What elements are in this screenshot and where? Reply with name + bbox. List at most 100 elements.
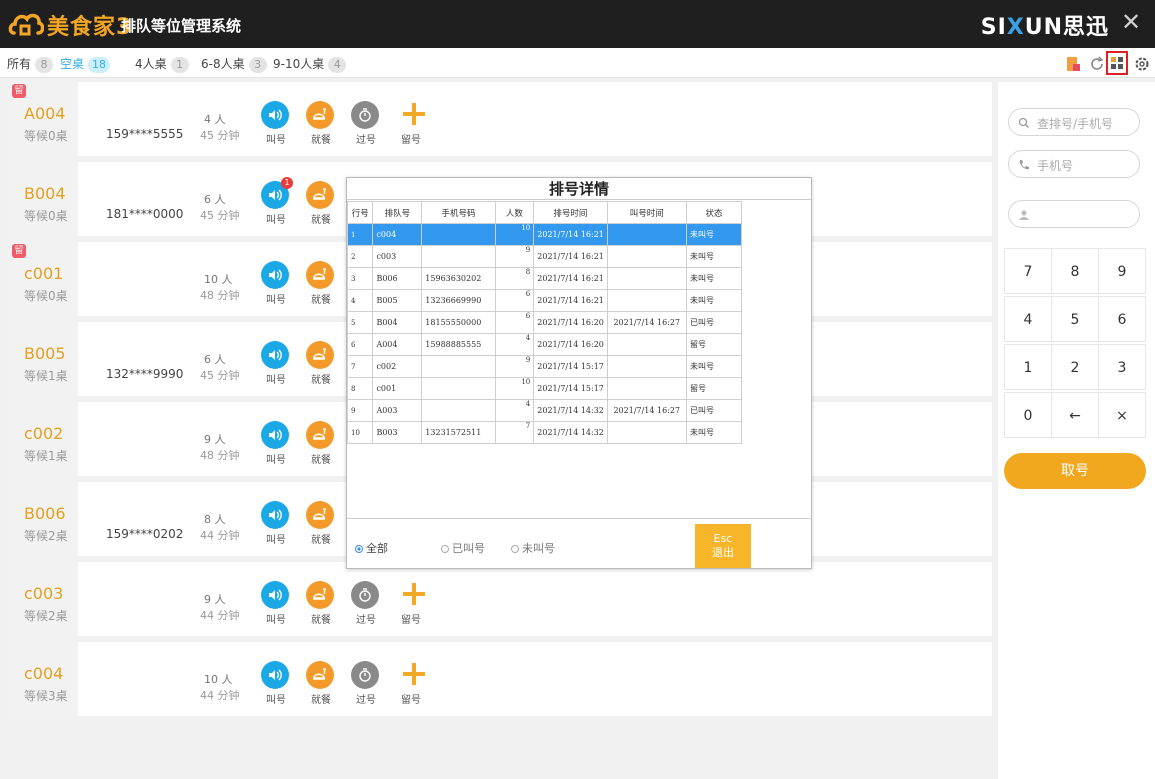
table-cell: A004 xyxy=(372,333,423,356)
column-header[interactable]: 手机号码 xyxy=(421,201,496,224)
grid-view-button[interactable] xyxy=(1106,51,1128,75)
title-bar: 美食家3 排队等位管理系统 SIXUN思迅 ✕ xyxy=(0,0,1155,48)
table-row[interactable]: 9 A003 4 2021/7/14 14:32 2021/7/14 16:27 已叫号 xyxy=(346,399,743,422)
speaker-icon xyxy=(269,349,282,361)
people-input[interactable] xyxy=(1008,200,1140,228)
radio-called[interactable]: 已叫号 xyxy=(441,540,485,556)
keypad-key[interactable]: 2 xyxy=(1051,344,1099,390)
table-cell xyxy=(606,267,687,290)
call-button[interactable]: 叫号 xyxy=(261,421,291,466)
table-cell xyxy=(606,377,687,400)
report-icon[interactable] xyxy=(1064,55,1082,73)
column-header[interactable]: 排队号 xyxy=(372,201,423,224)
table-cell: 2021/7/14 16:27 xyxy=(606,399,687,422)
exit-button[interactable]: Esc 退出 xyxy=(695,524,751,568)
keypad-key[interactable]: ← xyxy=(1051,392,1099,438)
phone-input[interactable]: 手机号 xyxy=(1008,150,1140,178)
keypad-key[interactable]: 1 xyxy=(1004,344,1052,390)
filter-9-10-seat[interactable]: 9-10人桌 4 xyxy=(273,55,347,73)
table-row[interactable]: 1 c004 10 2021/7/14 16:21 未叫号 xyxy=(346,223,743,246)
call-label: 叫号 xyxy=(266,375,286,386)
ticket-number: c002 xyxy=(24,424,64,443)
filter-all[interactable]: 所有 8 xyxy=(7,55,54,73)
filter-empty-tables[interactable]: 空桌 18 xyxy=(60,55,111,73)
take-number-button[interactable]: 取号 xyxy=(1004,453,1146,489)
table-cell: A003 xyxy=(372,399,423,422)
table-row[interactable]: 5 B004 18155550000 6 2021/7/14 16:20 2021/7/1… xyxy=(346,311,743,334)
wait-minutes: 44 分钟 xyxy=(200,689,240,702)
keep-label: 留号 xyxy=(401,695,421,706)
call-button[interactable]: 叫号 xyxy=(261,501,291,546)
table-cell: 未叫号 xyxy=(685,421,743,444)
table-cell: 1 xyxy=(346,223,374,246)
seat-button[interactable]: 就餐 xyxy=(306,101,336,146)
keypad-key[interactable]: 5 xyxy=(1051,296,1099,342)
keypad-key[interactable]: 8 xyxy=(1051,248,1099,294)
keypad-key[interactable]: 0 xyxy=(1004,392,1052,438)
column-header[interactable]: 叫号时间 xyxy=(606,201,687,224)
table-row[interactable]: 6 A004 15988885555 4 2021/7/14 16:20 留号 xyxy=(346,333,743,356)
call-button[interactable]: 1 叫号 xyxy=(261,177,293,226)
refresh-icon[interactable] xyxy=(1088,55,1106,73)
call-button[interactable]: 叫号 xyxy=(261,261,291,306)
seat-label: 就餐 xyxy=(311,135,331,146)
skip-button[interactable]: 过号 xyxy=(351,661,381,706)
table-cell: 2021/7/14 14:32 xyxy=(533,421,608,444)
keypad-key[interactable]: × xyxy=(1098,392,1146,438)
table-row[interactable]: 2 c003 9 2021/7/14 16:21 未叫号 xyxy=(346,245,743,268)
skip-button[interactable]: 过号 xyxy=(351,581,381,626)
filter-4-seat[interactable]: 4人桌 1 xyxy=(135,55,189,73)
keypad-key[interactable]: 3 xyxy=(1098,344,1146,390)
gear-icon[interactable] xyxy=(1133,55,1151,73)
call-label: 叫号 xyxy=(266,535,286,546)
radio-uncalled[interactable]: 未叫号 xyxy=(511,540,555,556)
call-button[interactable]: 叫号 xyxy=(261,661,291,706)
table-cell: 7 xyxy=(346,355,374,378)
column-header[interactable]: 人数 xyxy=(494,201,535,224)
table-row[interactable]: 10 B003 13231572511 7 2021/7/14 14:32 未叫号 xyxy=(346,421,743,444)
speaker-icon xyxy=(269,669,282,681)
table-row[interactable]: 4 B005 13236669990 6 2021/7/14 16:21 未叫号 xyxy=(346,289,743,312)
wait-minutes: 45 分钟 xyxy=(200,129,240,142)
queue-card[interactable]: c003 等候2桌 9 人 44 分钟 叫号 就餐 过号 留号 xyxy=(8,562,992,636)
keep-button[interactable]: 留号 xyxy=(396,101,426,146)
keypad-key[interactable]: 7 xyxy=(1004,248,1052,294)
seat-button[interactable]: 就餐 xyxy=(306,341,336,386)
seat-button[interactable]: 就餐 xyxy=(306,421,336,466)
speaker-icon xyxy=(269,429,282,441)
queue-card[interactable]: c004 等候3桌 10 人 44 分钟 叫号 就餐 过号 留号 xyxy=(8,642,992,716)
keep-button[interactable]: 留号 xyxy=(396,581,426,626)
table-row[interactable]: 7 c002 9 2021/7/14 15:17 未叫号 xyxy=(346,355,743,378)
table-row[interactable]: 3 B006 15963630202 8 2021/7/14 16:21 未叫号 xyxy=(346,267,743,290)
column-header[interactable]: 状态 xyxy=(685,201,743,224)
seat-button[interactable]: 就餐 xyxy=(306,661,336,706)
table-cell: 9 xyxy=(346,399,374,422)
dining-icon xyxy=(313,668,326,680)
dialog-title: 排号详情 xyxy=(347,178,811,200)
seat-button[interactable]: 就餐 xyxy=(306,261,336,306)
search-input[interactable]: 查排号/手机号 xyxy=(1008,108,1140,136)
table-row[interactable]: 8 c001 10 2021/7/14 15:17 留号 xyxy=(346,377,743,400)
ticket-number: B004 xyxy=(24,184,66,203)
skip-button[interactable]: 过号 xyxy=(351,101,381,146)
table-cell: 10 xyxy=(494,223,535,246)
seat-button[interactable]: 就餐 xyxy=(306,181,336,226)
keypad-key[interactable]: 6 xyxy=(1098,296,1146,342)
call-button[interactable]: 叫号 xyxy=(261,341,291,386)
keypad-key[interactable]: 4 xyxy=(1004,296,1052,342)
radio-all[interactable]: 全部 xyxy=(355,540,388,556)
keypad-key[interactable]: 9 xyxy=(1098,248,1146,294)
filter-6-8-seat[interactable]: 6-8人桌 3 xyxy=(201,55,267,73)
dining-icon xyxy=(313,588,326,600)
seat-button[interactable]: 就餐 xyxy=(306,501,336,546)
column-header[interactable]: 排号时间 xyxy=(533,201,608,224)
call-button[interactable]: 叫号 xyxy=(261,101,291,146)
keep-button[interactable]: 留号 xyxy=(396,661,426,706)
table-cell: 未叫号 xyxy=(685,289,743,312)
call-button[interactable]: 叫号 xyxy=(261,581,291,626)
table-cell: 10 xyxy=(346,421,374,444)
close-icon[interactable]: ✕ xyxy=(1119,8,1143,36)
queue-card[interactable]: 留 A004 等候0桌 159****5555 4 人 45 分钟 叫号 就餐 过号 留号 xyxy=(8,82,992,156)
column-header[interactable]: 行号 xyxy=(346,201,374,224)
seat-button[interactable]: 就餐 xyxy=(306,581,336,626)
